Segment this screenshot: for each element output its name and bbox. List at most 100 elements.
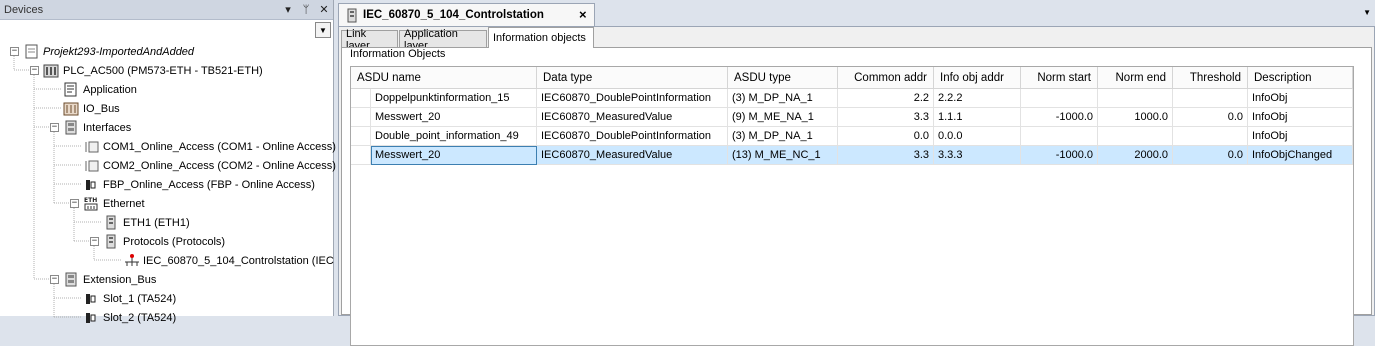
cell-common-addr[interactable]: 2.2 [838, 89, 934, 108]
tree-item-interfaces[interactable]: − Interfaces [50, 118, 131, 137]
tab-information-objects[interactable]: Information objects [488, 27, 594, 48]
collapse-icon[interactable]: − [50, 123, 59, 132]
cell-asdu-name[interactable]: Doppelpunktinformation_15 [371, 89, 537, 108]
cell-asdu-type[interactable]: (3) M_DP_NA_1 [728, 127, 838, 146]
protocols-icon [103, 234, 119, 250]
cell-description[interactable]: InfoObj [1248, 127, 1353, 146]
collapse-icon[interactable]: − [70, 199, 79, 208]
cell-threshold[interactable]: 0.0 [1173, 146, 1248, 165]
tree-item-extension-bus[interactable]: − Extension_Bus [50, 270, 156, 289]
sub-tab-strip: Link layer Application layer Information… [339, 27, 1374, 52]
column-header-norm-start[interactable]: Norm start [1021, 67, 1098, 89]
cell-common-addr[interactable]: 3.3 [838, 108, 934, 127]
tree-item-plc[interactable]: − PLC_AC500 (PM573-ETH - TB521-ETH) [30, 61, 263, 80]
column-header-data-type[interactable]: Data type [537, 67, 728, 89]
cell-info-obj-addr[interactable]: 1.1.1 [934, 108, 1021, 127]
cell-description[interactable]: InfoObjChanged [1248, 146, 1353, 165]
column-header-asdu-type[interactable]: ASDU type [728, 67, 838, 89]
cell-norm-start[interactable] [1021, 89, 1098, 108]
tree-item-slot2[interactable]: Slot_2 (TA524) [83, 308, 176, 327]
cell-asdu-name[interactable]: Messwert_20 [371, 146, 537, 165]
column-header-info-obj-addr[interactable]: Info obj addr [934, 67, 1021, 89]
column-header-norm-end[interactable]: Norm end [1098, 67, 1173, 89]
tree-item-io-bus[interactable]: IO_Bus [63, 99, 120, 118]
network-node-icon [123, 253, 139, 269]
tree-item-protocols[interactable]: − Protocols (Protocols) [90, 232, 225, 251]
information-objects-panel: Information Objects ASDU name Data type … [341, 47, 1372, 346]
cell-asdu-type[interactable]: (13) M_ME_NC_1 [728, 146, 838, 165]
protocols-icon [346, 8, 358, 26]
cell-norm-end[interactable]: 2000.0 [1098, 146, 1173, 165]
cell-norm-end[interactable] [1098, 89, 1173, 108]
column-header-common-addr[interactable]: Common addr [838, 67, 934, 89]
cell-norm-start[interactable]: -1000.0 [1021, 146, 1098, 165]
document-tab[interactable]: IEC_60870_5_104_Controlstation × [338, 3, 595, 26]
plc-icon [43, 63, 59, 79]
collapse-icon[interactable]: − [90, 237, 99, 246]
tree-item-com1[interactable]: COM1_Online_Access (COM1 - Online Access… [83, 137, 336, 156]
tree-item-application[interactable]: Application [63, 80, 137, 99]
tree-item-label: Ethernet [103, 197, 145, 210]
table-row[interactable]: Doppelpunktinformation_15 IEC60870_Doubl… [351, 89, 1353, 108]
tree-item-label: FBP_Online_Access (FBP - Online Access) [103, 178, 315, 191]
table-row-selected[interactable]: Messwert_20 IEC60870_MeasuredValue (13) … [351, 146, 1353, 165]
panel-menu-icon[interactable]: ▾ [279, 3, 297, 16]
cell-asdu-name[interactable]: Messwert_20 [371, 108, 537, 127]
document-tab-label: IEC_60870_5_104_Controlstation [363, 9, 544, 21]
tree-item-label: Protocols (Protocols) [123, 235, 226, 248]
tree-item-fbp[interactable]: FBP_Online_Access (FBP - Online Access) [83, 175, 315, 194]
cell-norm-start[interactable] [1021, 127, 1098, 146]
application-icon [63, 82, 79, 98]
cell-info-obj-addr[interactable]: 0.0.0 [934, 127, 1021, 146]
svg-text:ETH: ETH [84, 197, 97, 204]
pin-icon[interactable]: ᛘ [297, 4, 315, 16]
collapse-icon[interactable]: − [30, 66, 39, 75]
cell-description[interactable]: InfoObj [1248, 89, 1353, 108]
cell-common-addr[interactable]: 3.3 [838, 146, 934, 165]
cell-asdu-type[interactable]: (9) M_ME_NA_1 [728, 108, 838, 127]
tree-item-slot1[interactable]: Slot_1 (TA524) [83, 289, 176, 308]
row-indicator [351, 146, 371, 165]
collapse-icon[interactable]: − [10, 47, 19, 56]
tree-item-controlstation[interactable]: IEC_60870_5_104_Controlstation (IEC [123, 251, 334, 270]
tab-link-layer[interactable]: Link layer [341, 28, 398, 52]
tab-list-dropdown-icon[interactable]: ▼ [1363, 8, 1371, 17]
close-icon[interactable]: ✕ [315, 3, 333, 16]
eth-port-icon [103, 215, 119, 231]
collapse-icon[interactable]: − [50, 275, 59, 284]
tree-item-eth1[interactable]: ETH1 (ETH1) [103, 213, 190, 232]
cell-info-obj-addr[interactable]: 3.3.3 [934, 146, 1021, 165]
devices-dropdown-button[interactable]: ▼ [315, 22, 331, 38]
ethernet-icon: ETH [83, 196, 99, 212]
cell-threshold[interactable]: 0.0 [1173, 108, 1248, 127]
cell-data-type[interactable]: IEC60870_DoublePointInformation [537, 89, 728, 108]
close-tab-icon[interactable]: × [579, 7, 587, 22]
devices-panel: Devices ▾ ᛘ ✕ ▼ − Projekt293-ImportedAnd… [0, 0, 336, 324]
cell-threshold[interactable] [1173, 127, 1248, 146]
tree-item-label: IO_Bus [83, 102, 120, 115]
group-title: Information Objects [350, 48, 446, 60]
cell-info-obj-addr[interactable]: 2.2.2 [934, 89, 1021, 108]
table-row[interactable]: Messwert_20 IEC60870_MeasuredValue (9) M… [351, 108, 1353, 127]
tab-application-layer[interactable]: Application layer [399, 28, 487, 52]
column-header-threshold[interactable]: Threshold [1173, 67, 1248, 89]
tree-item-com2[interactable]: COM2_Online_Access (COM2 - Online Access… [83, 156, 336, 175]
table-row[interactable]: Double_point_information_49 IEC60870_Dou… [351, 127, 1353, 146]
column-header-asdu-name[interactable]: ASDU name [351, 67, 537, 89]
cell-asdu-name[interactable]: Double_point_information_49 [371, 127, 537, 146]
cell-norm-start[interactable]: -1000.0 [1021, 108, 1098, 127]
tree-item-ethernet[interactable]: − ETH Ethernet [70, 194, 145, 213]
tree-item-project[interactable]: − Projekt293-ImportedAndAdded [10, 42, 194, 61]
cell-common-addr[interactable]: 0.0 [838, 127, 934, 146]
cell-description[interactable]: InfoObj [1248, 108, 1353, 127]
column-header-description[interactable]: Description [1248, 67, 1353, 89]
tree-item-label: COM2_Online_Access (COM2 - Online Access… [103, 159, 336, 172]
cell-data-type[interactable]: IEC60870_MeasuredValue [537, 146, 728, 165]
cell-threshold[interactable] [1173, 89, 1248, 108]
cell-asdu-type[interactable]: (3) M_DP_NA_1 [728, 89, 838, 108]
cell-data-type[interactable]: IEC60870_DoublePointInformation [537, 127, 728, 146]
cell-norm-end[interactable]: 1000.0 [1098, 108, 1173, 127]
cell-data-type[interactable]: IEC60870_MeasuredValue [537, 108, 728, 127]
devices-panel-header: Devices ▾ ᛘ ✕ [0, 0, 333, 20]
cell-norm-end[interactable] [1098, 127, 1173, 146]
